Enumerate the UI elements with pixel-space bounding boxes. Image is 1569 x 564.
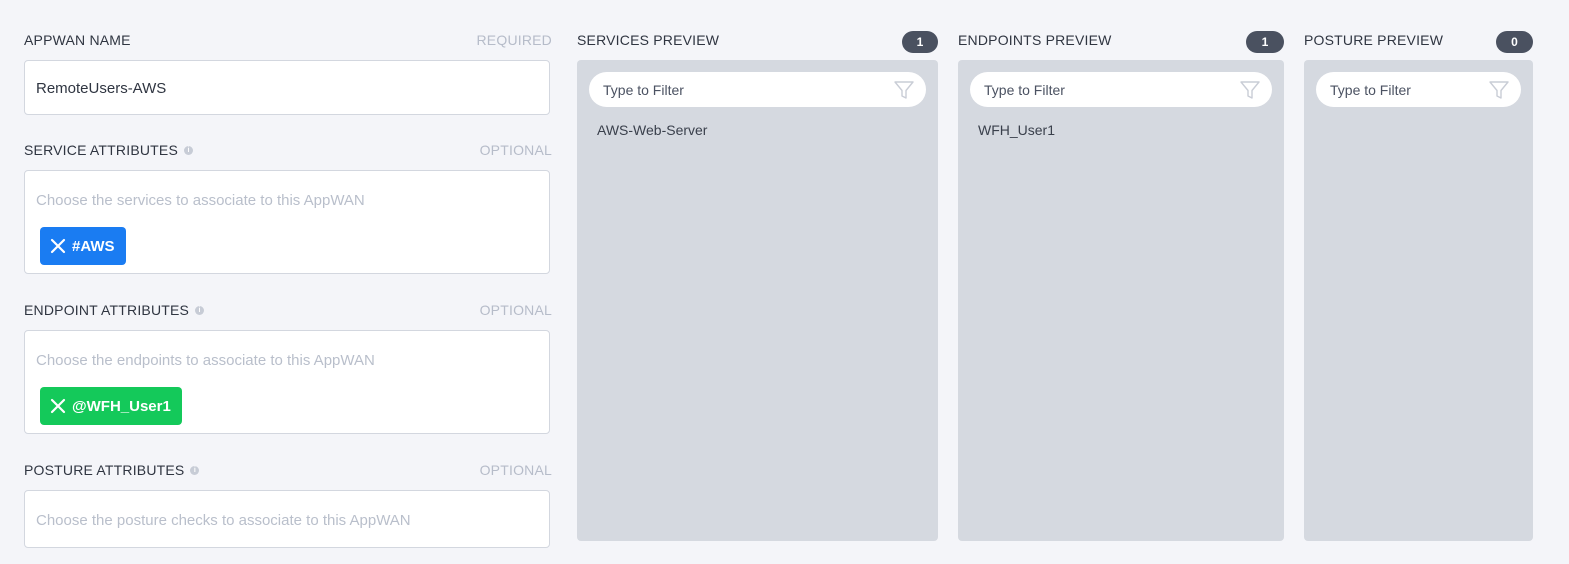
posture-optional-tag: OPTIONAL <box>479 462 552 478</box>
endpoints-preview-panel: WFH_User1 <box>958 60 1284 541</box>
endpoint-attributes-label: ENDPOINT ATTRIBUTES i <box>24 302 205 318</box>
endpoints-count-badge: 1 <box>1246 31 1284 53</box>
endpoint-optional-tag: OPTIONAL <box>479 302 552 318</box>
posture-preview-panel <box>1304 60 1533 541</box>
required-tag: REQUIRED <box>476 32 552 48</box>
funnel-icon[interactable] <box>1488 79 1510 101</box>
funnel-icon[interactable] <box>1239 79 1261 101</box>
endpoints-filter <box>970 72 1272 107</box>
endpoints-preview-title: ENDPOINTS PREVIEW <box>958 32 1112 48</box>
service-attributes-placeholder: Choose the services to associate to this… <box>36 192 365 209</box>
posture-attributes-input[interactable]: Choose the posture checks to associate t… <box>24 490 550 548</box>
service-chip-aws[interactable]: #AWS <box>40 227 126 265</box>
services-preview-panel: AWS-Web-Server <box>577 60 938 541</box>
appwan-name-value: RemoteUsers-AWS <box>36 80 167 97</box>
service-optional-tag: OPTIONAL <box>479 142 552 158</box>
info-icon[interactable]: i <box>184 145 194 155</box>
endpoint-attributes-input[interactable]: Choose the endpoints to associate to thi… <box>24 330 550 434</box>
posture-attributes-label: POSTURE ATTRIBUTES i <box>24 462 200 478</box>
service-attributes-label: SERVICE ATTRIBUTES i <box>24 142 194 158</box>
services-preview-title: SERVICES PREVIEW <box>577 32 720 48</box>
chip-label: @WFH_User1 <box>72 397 171 415</box>
close-icon[interactable] <box>50 398 66 414</box>
endpoints-list-item[interactable]: WFH_User1 <box>978 122 1055 138</box>
info-icon[interactable]: i <box>190 465 200 475</box>
endpoint-attributes-placeholder: Choose the endpoints to associate to thi… <box>36 352 375 369</box>
services-filter-input[interactable] <box>589 72 926 107</box>
services-filter <box>589 72 926 107</box>
info-icon[interactable]: i <box>195 305 205 315</box>
posture-preview-title: POSTURE PREVIEW <box>1304 32 1444 48</box>
funnel-icon[interactable] <box>893 79 915 101</box>
appwan-name-input[interactable]: RemoteUsers-AWS <box>24 60 550 115</box>
posture-attributes-placeholder: Choose the posture checks to associate t… <box>36 512 411 529</box>
service-attributes-input[interactable]: Choose the services to associate to this… <box>24 170 550 274</box>
close-icon[interactable] <box>50 238 66 254</box>
services-count-badge: 1 <box>902 31 938 53</box>
endpoints-filter-input[interactable] <box>970 72 1272 107</box>
appwan-name-label: APPWAN NAME <box>24 32 131 48</box>
chip-label: #AWS <box>72 237 115 255</box>
endpoint-chip-wfh-user1[interactable]: @WFH_User1 <box>40 387 182 425</box>
services-list-item[interactable]: AWS-Web-Server <box>597 122 707 138</box>
posture-count-badge: 0 <box>1496 31 1533 53</box>
posture-filter <box>1316 72 1521 107</box>
